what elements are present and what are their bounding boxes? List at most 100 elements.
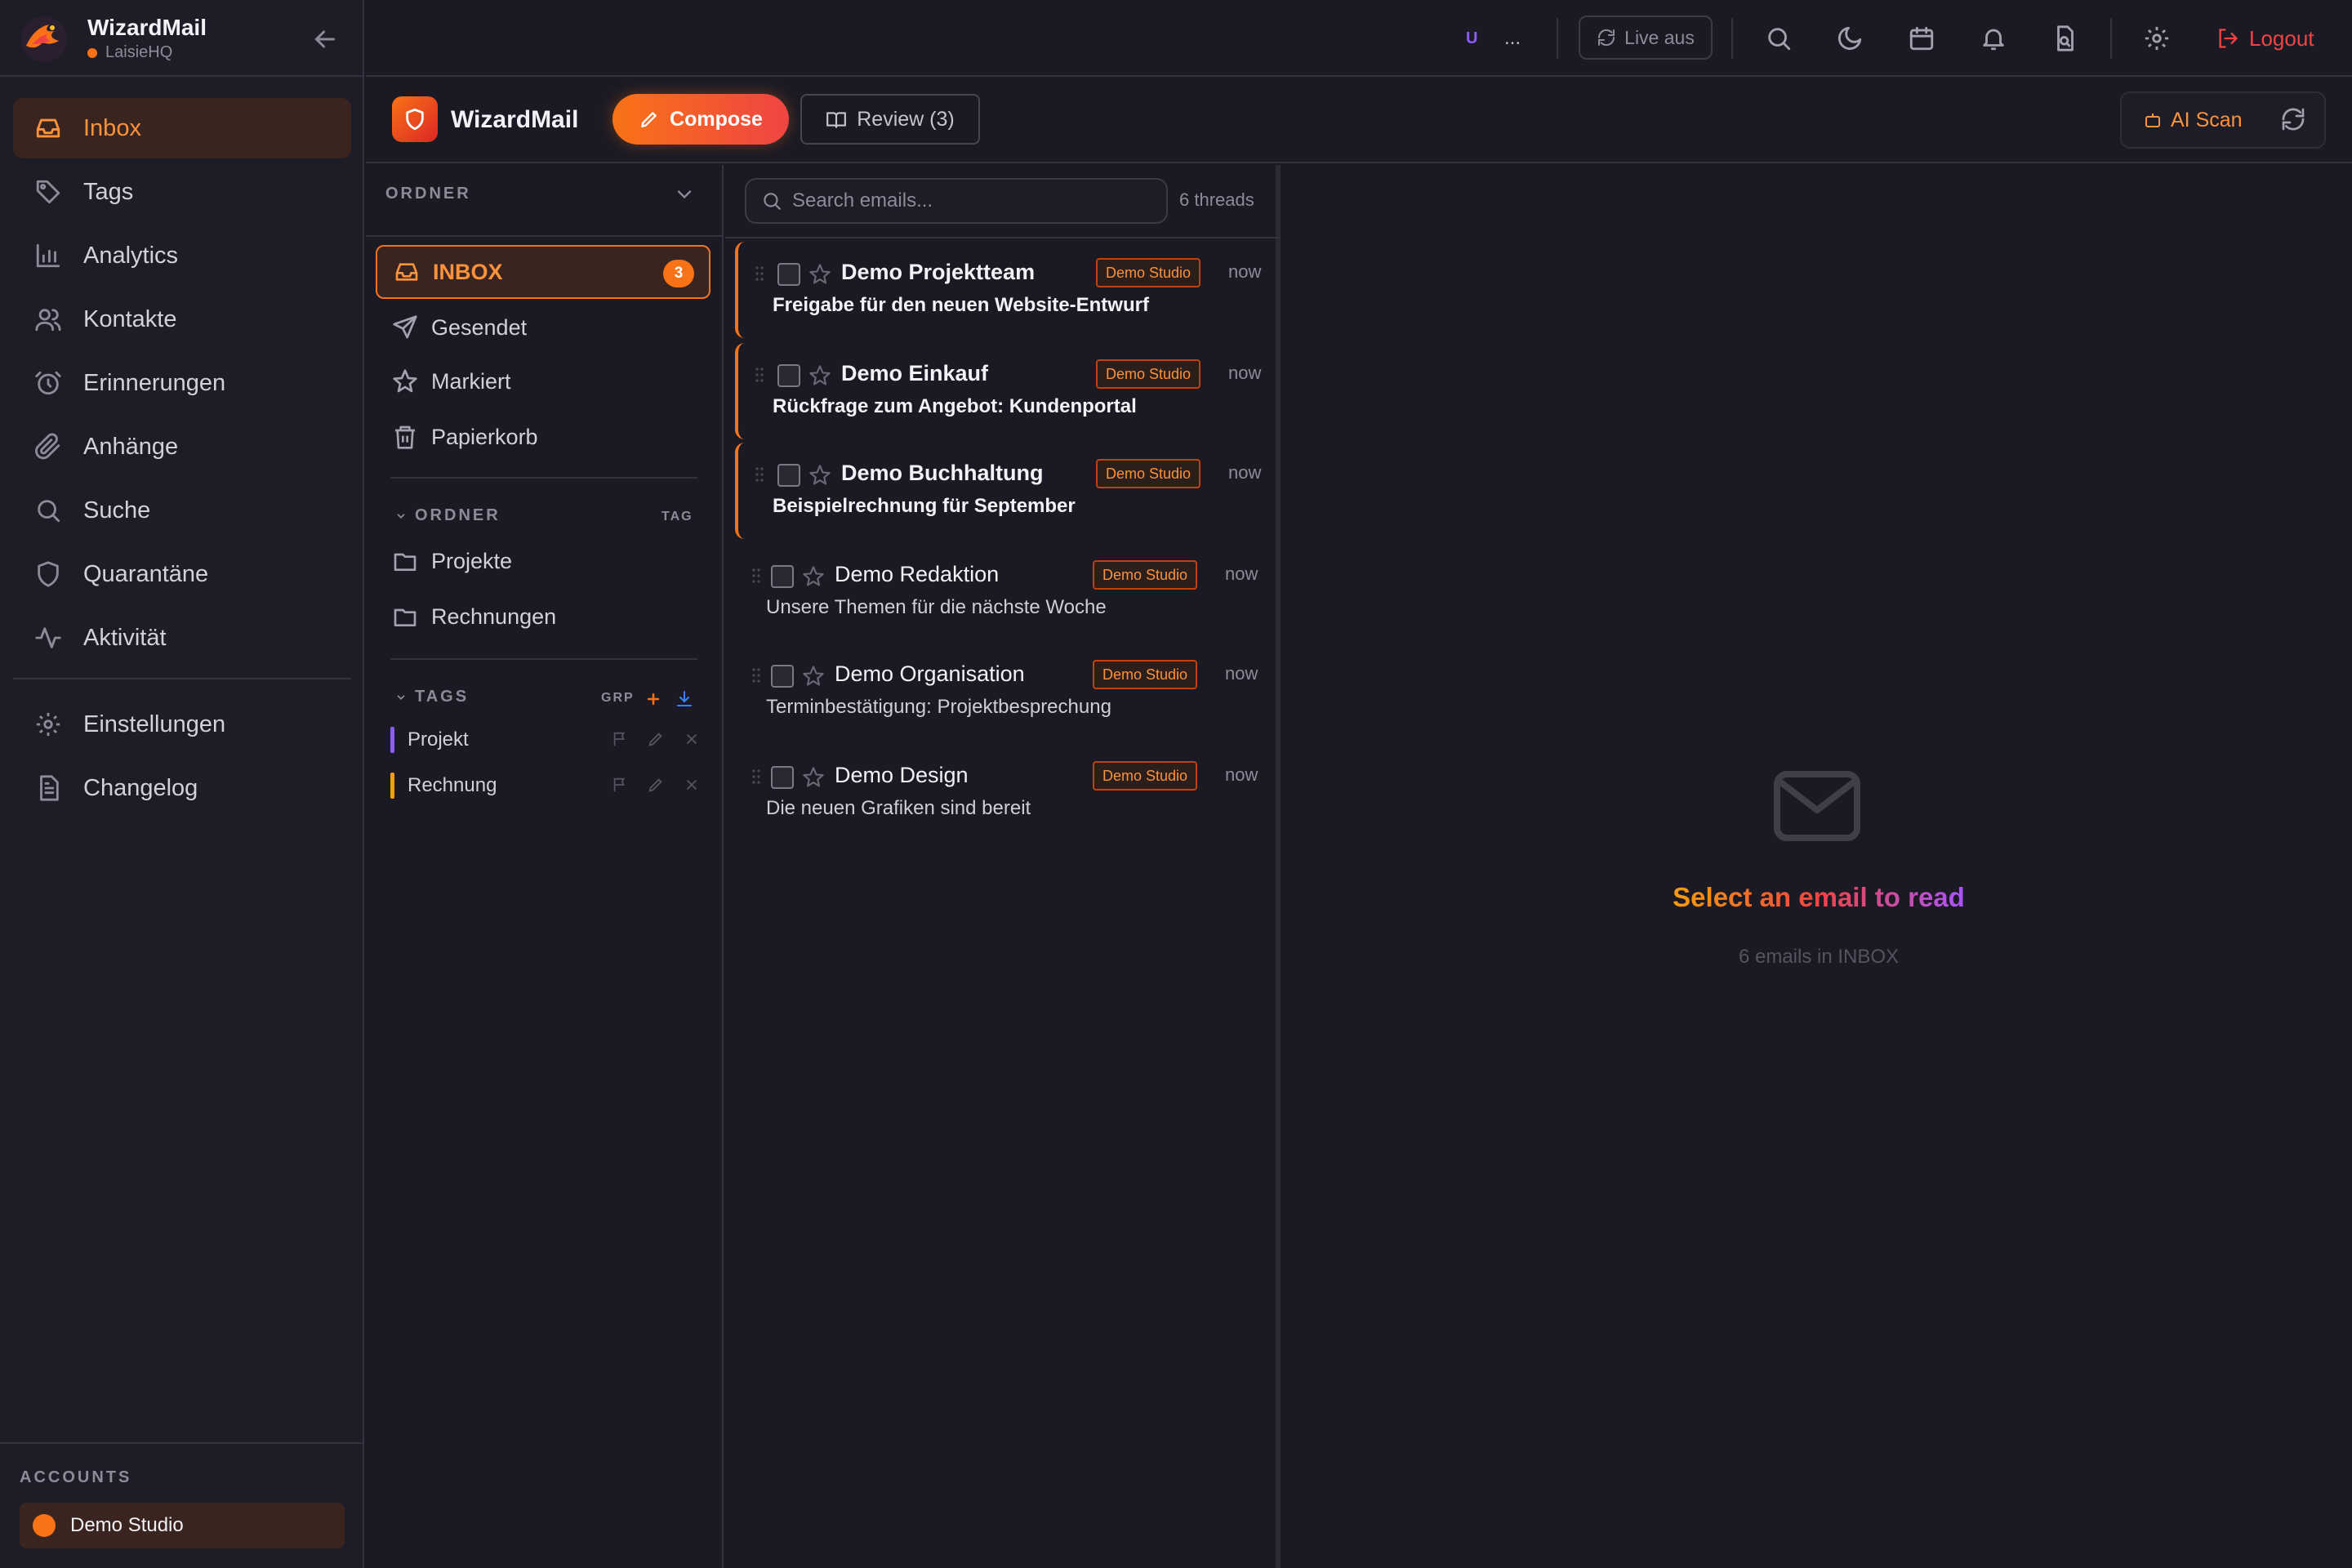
drag-handle-icon[interactable]: [751, 768, 761, 786]
compose-button[interactable]: Compose: [612, 94, 789, 145]
more-menu[interactable]: ...: [1504, 0, 1521, 77]
sidebar-item-einstellungen[interactable]: Einstellungen: [13, 694, 351, 755]
reading-pane: Select an email to read 6 emails in INBO…: [1285, 165, 2352, 1568]
drag-handle-icon[interactable]: [751, 567, 761, 585]
email-list: Search emails... 6 threads Demo Projektt…: [725, 165, 1281, 1568]
close-icon[interactable]: [683, 776, 701, 794]
star-icon[interactable]: [802, 665, 825, 688]
email-subject: Freigabe für den neuen Website-Entwurf: [773, 294, 1149, 316]
review-button[interactable]: Review (3): [800, 94, 980, 145]
email-checkbox[interactable]: [777, 364, 800, 387]
status-dot: [87, 47, 97, 58]
add-tag-folder-button[interactable]: TAG: [662, 510, 693, 524]
account-item[interactable]: Demo Studio: [20, 1503, 345, 1548]
user-initial[interactable]: U: [1466, 0, 1477, 77]
star-icon[interactable]: [808, 263, 831, 286]
email-sender: Demo Buchhaltung: [841, 461, 1044, 485]
account-name: Demo Studio: [70, 1514, 184, 1536]
folder-item-inbox[interactable]: INBOX 3: [376, 245, 710, 299]
live-toggle-label: Live aus: [1624, 26, 1695, 48]
send-icon: [393, 315, 417, 339]
email-sender: Demo Einkauf: [841, 361, 989, 385]
file-search-icon: [2057, 25, 2074, 51]
drag-handle-icon[interactable]: [755, 466, 764, 483]
sidebar-item-label: Erinnerungen: [83, 369, 226, 396]
top-toolbar: U ... Live aus Logout: [366, 0, 2352, 77]
refresh-icon[interactable]: [2280, 106, 2306, 132]
close-icon[interactable]: [683, 730, 701, 748]
email-row[interactable]: Demo Buchhaltung Demo Studio now Beispie…: [735, 443, 1271, 539]
chevron-down-icon[interactable]: [673, 183, 696, 206]
email-time: now: [1228, 462, 1262, 483]
sidebar-item-aktivitaet[interactable]: Aktivität: [13, 608, 351, 668]
email-checkbox[interactable]: [771, 665, 794, 688]
email-checkbox[interactable]: [771, 766, 794, 789]
star-icon[interactable]: [802, 766, 825, 789]
sidebar-item-erinnerungen[interactable]: Erinnerungen: [13, 353, 351, 413]
drag-handle-icon[interactable]: [751, 666, 761, 684]
folder-label: Papierkorb: [431, 424, 538, 449]
sidebar-item-label: Tags: [83, 178, 134, 205]
sidebar-item-tags[interactable]: Tags: [13, 162, 351, 222]
folder-item-rechnungen[interactable]: Rechnungen: [376, 590, 710, 644]
unread-count-badge: 3: [663, 260, 694, 287]
star-icon[interactable]: [808, 464, 831, 487]
star-icon[interactable]: [802, 565, 825, 588]
email-checkbox[interactable]: [777, 464, 800, 487]
inbox-icon: [36, 118, 60, 138]
drag-handle-icon[interactable]: [755, 265, 764, 283]
email-time: now: [1228, 363, 1262, 383]
sidebar-item-inbox[interactable]: Inbox: [13, 98, 351, 158]
collapse-sidebar-icon[interactable]: [310, 24, 340, 54]
search-input[interactable]: Search emails...: [745, 178, 1168, 224]
sidebar-item-kontakte[interactable]: Kontakte: [13, 289, 351, 350]
folder-item-markiert[interactable]: Markiert: [376, 354, 710, 408]
settings-button[interactable]: [2143, 0, 2171, 77]
compose-label: Compose: [670, 107, 763, 131]
search-button[interactable]: [1765, 0, 1793, 77]
calendar-button[interactable]: [1908, 0, 1936, 77]
sidebar-item-changelog[interactable]: Changelog: [13, 758, 351, 818]
live-toggle-button[interactable]: Live aus: [1579, 16, 1713, 60]
email-checkbox[interactable]: [777, 263, 800, 286]
email-row[interactable]: Demo Projektteam Demo Studio now Freigab…: [735, 242, 1271, 338]
email-row[interactable]: Demo Einkauf Demo Studio now Rückfrage z…: [735, 343, 1271, 439]
ai-scan-button[interactable]: AI Scan: [2143, 93, 2243, 147]
theme-toggle-button[interactable]: [1836, 0, 1864, 77]
tag-item-projekt[interactable]: Projekt: [390, 724, 701, 756]
folder-label: INBOX: [433, 259, 503, 284]
pencil-icon[interactable]: [647, 776, 665, 794]
document-search-button[interactable]: [2051, 0, 2079, 77]
sidebar-item-analytics[interactable]: Analytics: [13, 225, 351, 286]
download-icon[interactable]: [675, 689, 694, 709]
flag-icon[interactable]: [611, 730, 629, 748]
sidebar-item-quarantaene[interactable]: Quarantäne: [13, 544, 351, 604]
tags-toggle[interactable]: TAGS: [395, 688, 469, 706]
email-row[interactable]: Demo Organisation Demo Studio now Termin…: [735, 644, 1271, 740]
plus-icon[interactable]: [645, 691, 662, 707]
custom-folders-toggle[interactable]: ORDNER: [395, 506, 501, 525]
logout-label: Logout: [2249, 25, 2314, 51]
email-time: now: [1225, 764, 1258, 785]
paperclip-icon: [35, 433, 60, 460]
pencil-icon[interactable]: [647, 730, 665, 748]
sidebar-item-suche[interactable]: Suche: [13, 480, 351, 541]
activity-icon: [35, 627, 61, 648]
sidebar-item-anhaenge[interactable]: Anhänge: [13, 416, 351, 477]
star-icon[interactable]: [808, 364, 831, 387]
group-tags-button[interactable]: GRP: [601, 691, 635, 706]
drag-handle-icon[interactable]: [755, 366, 764, 384]
folder-item-gesendet[interactable]: Gesendet: [376, 301, 710, 354]
folder-item-papierkorb[interactable]: Papierkorb: [376, 410, 710, 464]
folder-item-projekte[interactable]: Projekte: [376, 534, 710, 588]
notifications-button[interactable]: [1980, 0, 2007, 77]
empty-state-subtitle: 6 emails in INBOX: [1738, 946, 1900, 968]
logout-button[interactable]: Logout: [2216, 0, 2314, 77]
tag-item-rechnung[interactable]: Rechnung: [390, 769, 701, 802]
email-row[interactable]: Demo Redaktion Demo Studio now Unsere Th…: [735, 544, 1271, 640]
flag-icon[interactable]: [611, 776, 629, 794]
sidebar-item-label: Kontakte: [83, 305, 177, 332]
email-row[interactable]: Demo Design Demo Studio now Die neuen Gr…: [735, 745, 1271, 841]
tag-color-bar: [390, 727, 394, 753]
email-checkbox[interactable]: [771, 565, 794, 588]
